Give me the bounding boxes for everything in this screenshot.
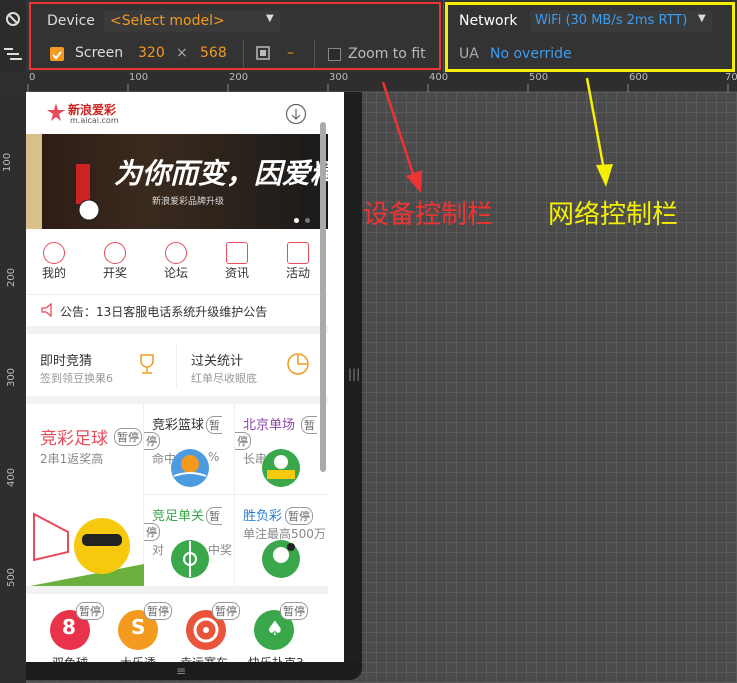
network-bar-annotation: 网络控制栏 <box>548 200 679 230</box>
annotation-arrows <box>381 77 613 193</box>
devtools-emulation-view: Device <Select model> ▼ Screen 320 × 568… <box>0 0 737 683</box>
red-arrow-head <box>406 170 422 193</box>
yellow-arrow-head <box>596 164 613 187</box>
device-bar-annotation: 设备控制栏 <box>363 200 494 230</box>
red-arrow-line <box>381 81 417 181</box>
yellow-arrow-line <box>585 77 606 171</box>
